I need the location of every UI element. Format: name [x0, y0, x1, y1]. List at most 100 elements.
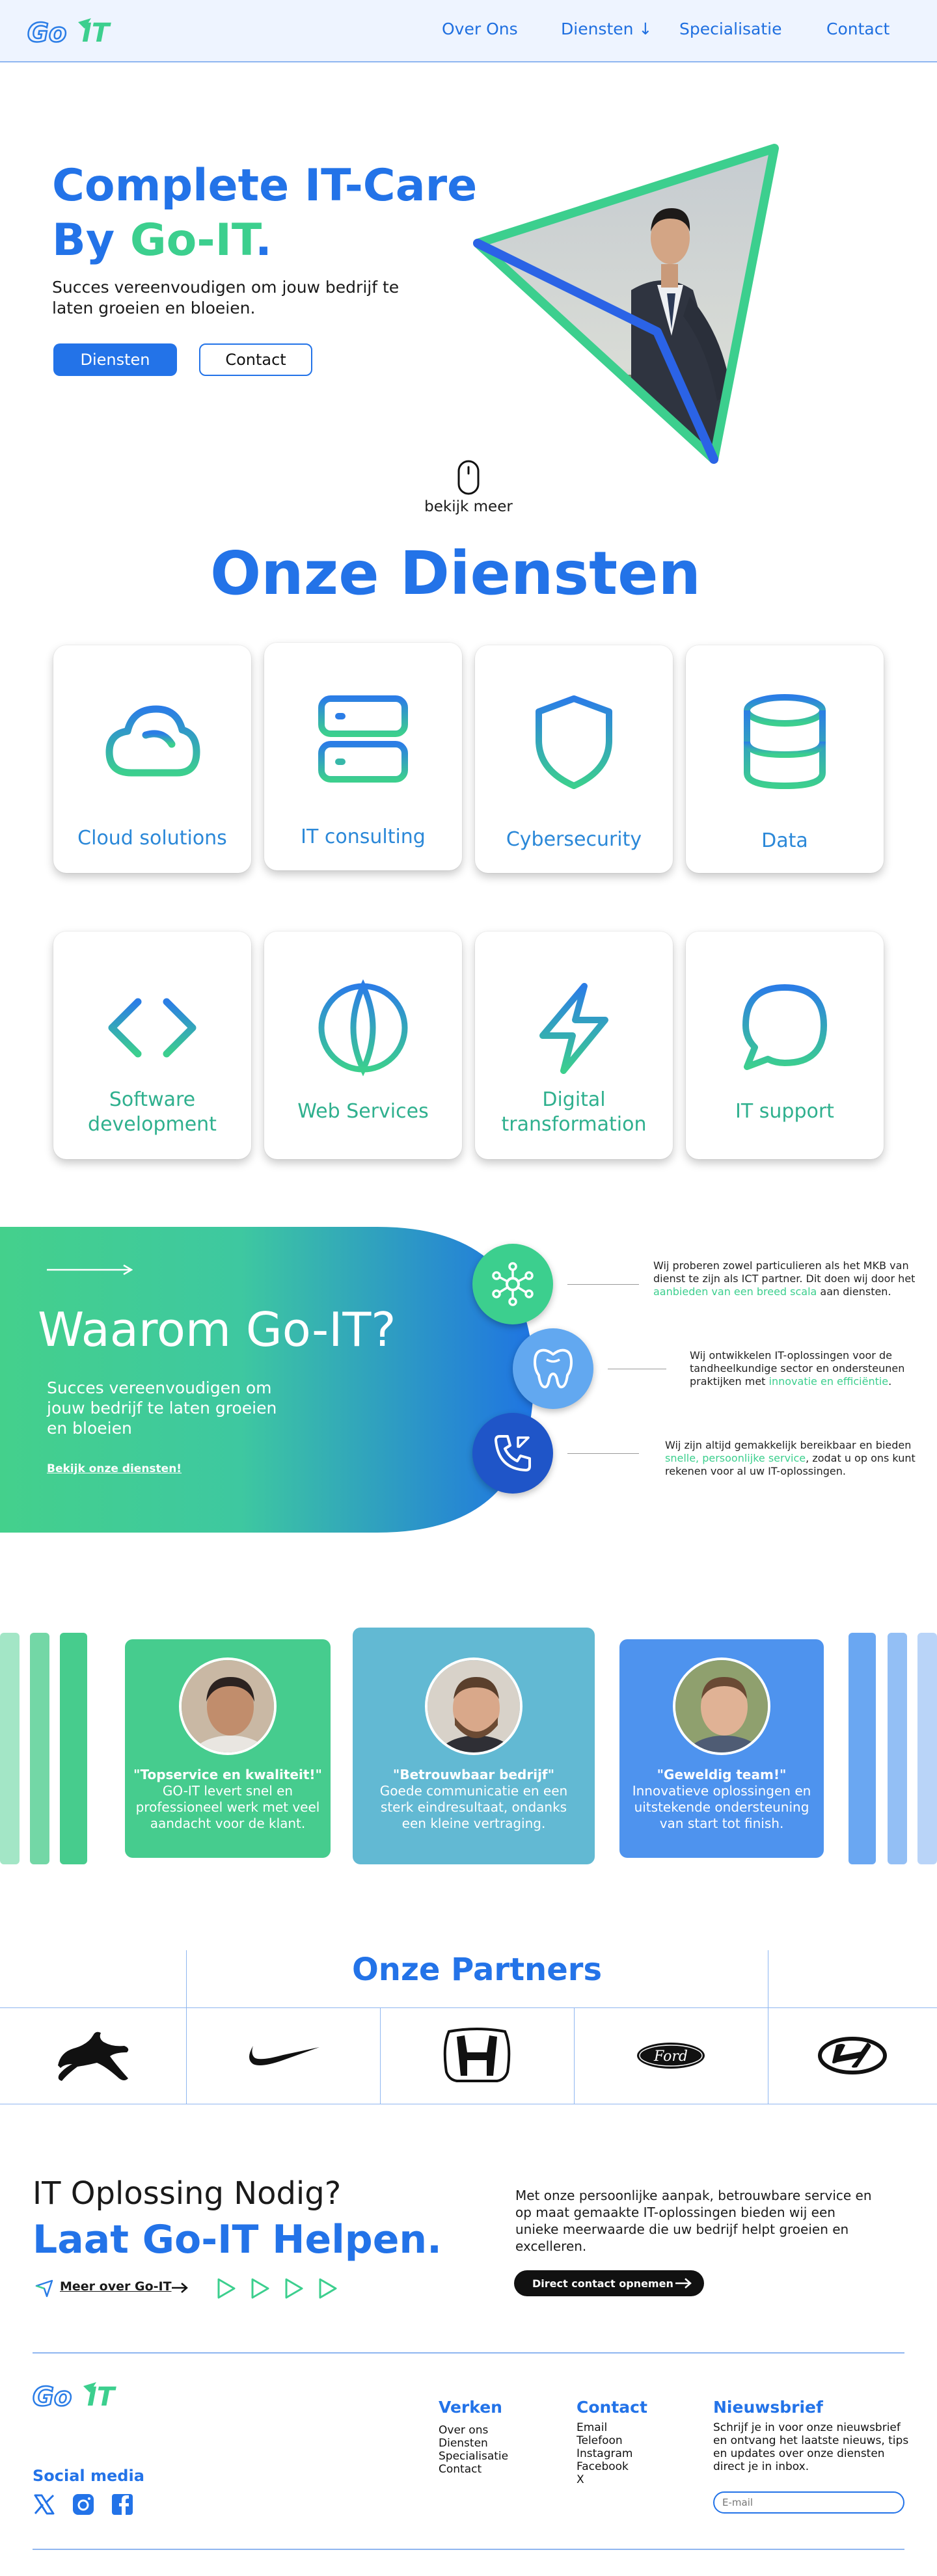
instagram-icon[interactable]	[72, 2493, 95, 2516]
service-card-software[interactable]: Software development	[53, 932, 251, 1159]
testimonial-card: "Topservice en kwaliteit!" GO-IT levert …	[125, 1639, 331, 1858]
why-text-line1: Succes vereenvoudigen om	[47, 1378, 272, 1397]
honda-logo[interactable]	[380, 2007, 574, 2104]
divider	[567, 1284, 639, 1285]
service-card-support[interactable]: IT support	[686, 932, 884, 1159]
service-label-line1: Digital	[542, 1088, 606, 1111]
why-point-3-text: Wij zijn altijd gemakkelijk bereikbaar e…	[665, 1439, 916, 1478]
hero-title-dot: .	[254, 215, 272, 266]
footer-link-over-ons[interactable]: Over ons	[439, 2424, 508, 2437]
footer-link-instagram[interactable]: Instagram	[577, 2447, 633, 2460]
go-it-logo[interactable]: Go IT	[27, 17, 118, 46]
svg-text:Go: Go	[33, 2382, 72, 2409]
hero-title-line1: Complete IT-Care	[52, 160, 478, 211]
go-it-mini-icon	[35, 2279, 53, 2298]
direct-contact-button[interactable]: Direct contact opnemen	[514, 2270, 704, 2296]
phone-icon	[472, 1413, 553, 1494]
cta-text-line: Met onze persoonlijke aanpak, betrouwbar…	[515, 2188, 872, 2203]
nieuwsbrief-heading: Nieuwsbrief	[713, 2398, 823, 2417]
why-point-2-line1: Wij ontwikkelen IT-oplossingen voor de	[690, 1349, 892, 1362]
service-card-cybersecurity[interactable]: Cybersecurity	[475, 645, 673, 873]
avatar	[673, 1657, 770, 1755]
decor-bar	[0, 1633, 20, 1864]
hero-arrow-image	[468, 141, 787, 466]
meer-over-go-it-link[interactable]: Meer over Go-IT	[60, 2279, 172, 2294]
direct-contact-label: Direct contact opnemen	[532, 2277, 673, 2290]
footer-link-telefoon[interactable]: Telefoon	[577, 2434, 633, 2447]
service-card-digital[interactable]: Digital transformation	[475, 932, 673, 1159]
hyundai-logo[interactable]	[768, 2007, 937, 2104]
footer-link-diensten[interactable]: Diensten	[439, 2437, 508, 2450]
nieuwsbrief-line: en updates over onze diensten	[713, 2447, 885, 2460]
facebook-icon[interactable]	[111, 2493, 134, 2516]
cta-text-line: unieke meerwaarde die uw bedrijf helpt g…	[515, 2221, 849, 2237]
verken-list: Over ons Diensten Specialisatie Contact	[439, 2424, 508, 2476]
divider	[567, 1453, 639, 1454]
ford-logo-text: Ford	[653, 2048, 688, 2065]
diensten-button[interactable]: Diensten	[53, 343, 177, 376]
footer-link-specialisatie[interactable]: Specialisatie	[439, 2450, 508, 2463]
nav-diensten[interactable]: Diensten ↓	[561, 20, 652, 38]
nike-logo[interactable]	[186, 2007, 380, 2104]
service-label: IT support	[735, 1100, 834, 1123]
testimonial-text: "Geweldig team!" Innovatieve oplossingen…	[619, 1767, 824, 1832]
why-point-3-line3: rekenen voor al uw IT-oplossingen.	[665, 1465, 846, 1477]
nav-over-ons[interactable]: Over Ons	[442, 20, 518, 38]
nieuwsbrief-line: en ontvang het laatste nieuws, tips	[713, 2434, 909, 2447]
why-point-2-text: Wij ontwikkelen IT-oplossingen voor de t…	[690, 1349, 904, 1388]
hero-subtitle-line1: Succes vereenvoudigen om jouw bedrijf te	[52, 278, 400, 297]
hero-title-brand: Go-IT	[129, 215, 255, 266]
why-point-3-rest: , zodat u op ons kunt	[806, 1452, 916, 1464]
why-point-1-line1: Wij proberen zowel particulieren als het…	[653, 1259, 909, 1272]
avatar	[425, 1657, 523, 1755]
footer-divider-bottom	[33, 2549, 904, 2550]
why-title: Waarom Go-IT?	[38, 1302, 396, 1357]
avatar	[179, 1657, 277, 1755]
arrow-right-icon[interactable]	[172, 2282, 189, 2294]
testimonial-line: Goede communicatie en een	[379, 1783, 568, 1799]
service-card-consulting[interactable]: IT consulting	[264, 643, 462, 870]
service-card-data[interactable]: Data	[686, 645, 884, 873]
why-point-2-line2: tandheelkundige sector en ondersteunen	[690, 1362, 905, 1375]
cloud-icon	[105, 705, 200, 777]
testimonial-card: "Betrouwbaar bedrijf" Goede communicatie…	[353, 1628, 595, 1864]
contact-button[interactable]: Contact	[199, 343, 312, 376]
scroll-hint-text[interactable]: bekijk meer	[403, 498, 534, 515]
x-icon[interactable]	[33, 2493, 56, 2516]
service-label: IT consulting	[301, 825, 426, 848]
footer-link-facebook[interactable]: Facebook	[577, 2460, 633, 2473]
bekijk-diensten-link[interactable]: Bekijk onze diensten!	[47, 1462, 182, 1475]
hero-subtitle: Succes vereenvoudigen om jouw bedrijf te…	[52, 277, 399, 319]
why-point-1-rest: aan diensten.	[817, 1285, 891, 1298]
decor-bar	[60, 1633, 87, 1864]
service-card-cloud[interactable]: Cloud solutions	[53, 645, 251, 873]
why-arrow-icon	[47, 1265, 133, 1275]
nav-contact[interactable]: Contact	[826, 20, 889, 38]
chat-icon	[742, 984, 827, 1070]
service-card-web[interactable]: Web Services	[264, 932, 462, 1159]
testimonial-text: "Topservice en kwaliteit!" GO-IT levert …	[125, 1767, 331, 1832]
database-icon	[744, 694, 826, 790]
ford-logo[interactable]: Ford	[574, 2007, 768, 2104]
service-label-line2: transformation	[501, 1113, 647, 1136]
why-point-1-line3: aanbieden van een breed scala aan dienst…	[653, 1285, 915, 1298]
testimonial-quote: "Topservice en kwaliteit!"	[133, 1767, 322, 1782]
hero-title: Complete IT-Care By Go-IT.	[52, 159, 477, 268]
social-media-heading: Social media	[33, 2467, 144, 2485]
arrow-right-icon	[675, 2278, 692, 2288]
go-it-logo[interactable]: Go IT	[33, 2381, 124, 2409]
nav-specialisatie[interactable]: Specialisatie	[679, 20, 782, 38]
play-arrows-decor	[216, 2277, 346, 2300]
network-icon	[472, 1244, 553, 1324]
services-heading: Onze Diensten	[210, 539, 701, 608]
mouse-scroll-icon[interactable]	[457, 459, 480, 496]
footer-link-contact[interactable]: Contact	[439, 2463, 508, 2476]
why-point-2-rest: .	[888, 1375, 892, 1388]
email-field[interactable]	[713, 2491, 904, 2514]
svg-text:Go: Go	[27, 18, 66, 46]
service-label: Cloud solutions	[77, 827, 227, 850]
puma-logo[interactable]	[0, 2007, 186, 2104]
footer-link-x[interactable]: X	[577, 2473, 633, 2486]
footer-link-email[interactable]: Email	[577, 2421, 633, 2434]
decor-bar	[30, 1633, 49, 1864]
